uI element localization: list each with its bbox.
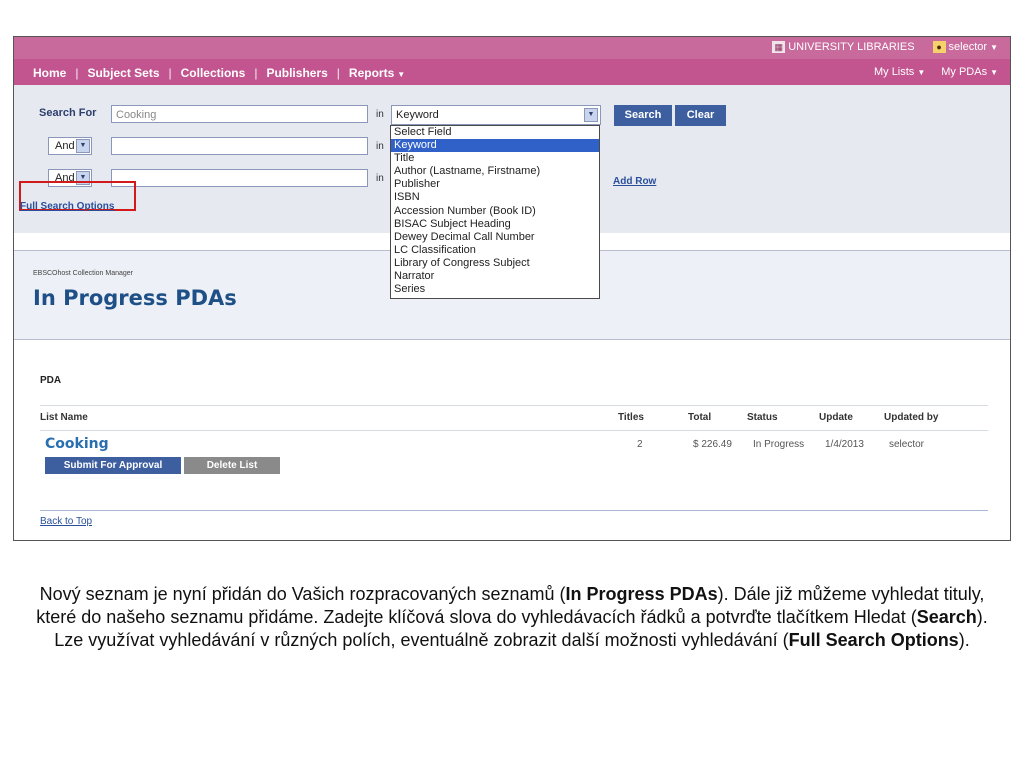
list-name-link[interactable]: Cooking xyxy=(45,436,109,452)
back-to-top-link[interactable]: Back to Top xyxy=(40,516,92,527)
nav-reports-label: Reports xyxy=(348,66,395,80)
caret-down-icon: ▼ xyxy=(990,68,998,77)
main-nav: Home | Subject Sets | Collections | Publish… xyxy=(14,59,1010,85)
top-utility-bar: ▦ UNIVERSITY LIBRARIES ● selector ▼ xyxy=(14,37,1010,59)
chevron-down-icon: ▼ xyxy=(76,139,90,153)
add-row-link[interactable]: Add Row xyxy=(613,176,656,187)
option-title[interactable]: Title xyxy=(391,152,599,165)
option-bisac[interactable]: BISAC Subject Heading xyxy=(391,218,599,231)
nav-publishers[interactable]: Publishers xyxy=(266,66,327,80)
clear-button[interactable]: Clear xyxy=(675,105,726,126)
caption-bold: Full Search Options xyxy=(788,630,959,650)
in-label: in xyxy=(376,173,384,184)
nav-separator: | xyxy=(254,66,258,80)
nav-home[interactable]: Home xyxy=(33,66,66,80)
nav-my-lists-label: My Lists xyxy=(873,66,915,78)
full-search-options-link[interactable]: Full Search Options xyxy=(20,201,114,212)
col-list-name[interactable]: List Name xyxy=(40,412,88,423)
divider xyxy=(40,510,988,511)
institution-label: UNIVERSITY LIBRARIES xyxy=(788,41,915,53)
col-updated-by[interactable]: Updated by xyxy=(884,412,938,423)
section-label: PDA xyxy=(40,375,62,386)
option-author[interactable]: Author (Lastname, Firstname) xyxy=(391,165,599,178)
nav-separator: | xyxy=(336,66,340,80)
boolean-select-value: And xyxy=(55,140,75,152)
nav-separator: | xyxy=(75,66,79,80)
slide-caption: Nový seznam je nyní přidán do Vašich roz… xyxy=(30,583,994,652)
caption-bold: In Progress PDAs xyxy=(565,584,718,604)
caret-down-icon: ▼ xyxy=(917,68,926,77)
app-window: ▦ UNIVERSITY LIBRARIES ● selector ▼ Home | S… xyxy=(13,36,1011,541)
user-label: selector xyxy=(948,41,988,53)
submit-for-approval-button[interactable]: Submit For Approval xyxy=(45,457,181,474)
cell-total: $ 226.49 xyxy=(693,439,732,450)
cell-update: 1/4/2013 xyxy=(825,439,864,450)
nav-my-lists[interactable]: My Lists ▼ xyxy=(874,66,925,78)
nav-collections[interactable]: Collections xyxy=(181,66,246,80)
app-subtitle: EBSCOhost Collection Manager xyxy=(33,270,133,277)
cell-status: In Progress xyxy=(753,439,805,450)
option-isbn[interactable]: ISBN xyxy=(391,191,599,204)
caret-down-icon: ▼ xyxy=(397,70,406,79)
boolean-select-2[interactable]: And ▼ xyxy=(48,137,92,155)
table-row: Cooking 2 $ 226.49 In Progress 1/4/2013 … xyxy=(40,429,988,479)
field-select-value: Keyword xyxy=(396,109,439,121)
nav-my-pdas-label: My PDAs xyxy=(941,66,988,78)
option-dewey[interactable]: Dewey Decimal Call Number xyxy=(391,231,599,244)
col-update[interactable]: Update xyxy=(819,412,853,423)
nav-subject-sets[interactable]: Subject Sets xyxy=(87,66,159,80)
search-input-3[interactable] xyxy=(111,169,368,187)
user-icon: ● xyxy=(932,41,946,54)
option-publisher[interactable]: Publisher xyxy=(391,178,599,191)
search-input-2[interactable] xyxy=(111,137,368,155)
user-menu[interactable]: ● selector ▼ xyxy=(932,41,998,54)
option-lc-classification[interactable]: LC Classification xyxy=(391,244,599,257)
option-series[interactable]: Series xyxy=(391,283,599,296)
col-titles[interactable]: Titles xyxy=(618,412,644,423)
nav-separator: | xyxy=(168,66,172,80)
institution-link[interactable]: ▦ UNIVERSITY LIBRARIES xyxy=(772,41,915,54)
caption-text: ). xyxy=(958,630,970,650)
search-button[interactable]: Search xyxy=(614,105,672,126)
col-total[interactable]: Total xyxy=(688,412,711,423)
delete-list-button[interactable]: Delete List xyxy=(184,457,280,474)
option-narrator[interactable]: Narrator xyxy=(391,270,599,283)
nav-my-pdas[interactable]: My PDAs ▼ xyxy=(941,66,998,78)
in-label: in xyxy=(376,141,384,152)
chevron-down-icon: ▼ xyxy=(584,108,598,122)
cell-updated-by: selector xyxy=(889,439,925,450)
search-input-1[interactable]: Cooking xyxy=(111,105,368,123)
page-title: In Progress PDAs xyxy=(33,286,237,310)
table-header: List Name Titles Total Status Update Upd… xyxy=(40,405,988,431)
col-status[interactable]: Status xyxy=(747,412,778,423)
caret-down-icon: ▼ xyxy=(990,43,998,52)
caption-bold: Search xyxy=(916,607,977,627)
option-keyword[interactable]: Keyword xyxy=(391,139,599,153)
caption-text: Nový seznam je nyní přidán do Vašich roz… xyxy=(39,584,566,604)
in-label: in xyxy=(376,109,384,120)
option-lc-subject[interactable]: Library of Congress Subject xyxy=(391,257,599,270)
option-select-field[interactable]: Select Field xyxy=(391,126,599,139)
field-select-1[interactable]: Keyword ▼ xyxy=(391,105,601,125)
nav-reports[interactable]: Reports ▼ xyxy=(349,66,405,80)
library-icon: ▦ xyxy=(772,41,786,54)
cell-titles: 2 xyxy=(637,439,643,450)
option-accession-number[interactable]: Accession Number (Book ID) xyxy=(391,205,599,218)
search-for-label: Search For xyxy=(39,107,97,119)
field-dropdown-list: Select Field Keyword Title Author (Lastn… xyxy=(390,125,600,299)
